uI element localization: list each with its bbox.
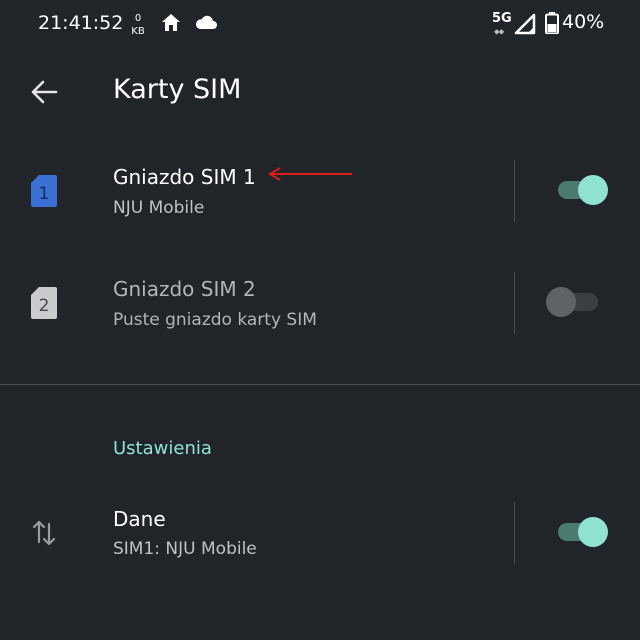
sim-1-badge-number: 1 [39, 184, 50, 204]
section-divider [0, 384, 640, 385]
row-divider [514, 502, 515, 564]
row-divider [514, 160, 515, 222]
status-bar: 21:41:52 0 KB 5G ⬥⬥ 40% [0, 0, 640, 48]
row-divider [514, 272, 515, 334]
screen: 21:41:52 0 KB 5G ⬥⬥ 40% Karty SIM 1 Gnia… [0, 0, 640, 640]
back-button[interactable] [24, 72, 64, 112]
sim-slot-1-toggle[interactable] [556, 172, 612, 208]
sim-card-2-icon: 2 [30, 286, 58, 324]
sim-slot-2-subtitle: Puste gniazdo karty SIM [113, 310, 317, 330]
sim-slot-1-title: Gniazdo SIM 1 [113, 165, 256, 189]
sim-slot-1-row[interactable]: 1 Gniazdo SIM 1 NJU Mobile [0, 134, 640, 246]
sim-2-badge-number: 2 [39, 296, 50, 316]
sim-card-1-icon: 1 [30, 174, 58, 212]
data-rate-value: 0 [134, 13, 142, 24]
mobile-data-row[interactable]: Dane SIM1: NJU Mobile [0, 478, 640, 588]
sim-slot-2-toggle[interactable] [546, 284, 602, 320]
data-activity-icon: ⬥⬥ [494, 27, 504, 36]
toolbar: Karty SIM [0, 48, 640, 134]
battery-percent: 40% [562, 11, 605, 33]
mobile-data-subtitle: SIM1: NJU Mobile [113, 539, 257, 559]
page-title: Karty SIM [113, 74, 242, 105]
status-time: 21:41:52 [38, 12, 124, 34]
mobile-data-toggle[interactable] [556, 514, 612, 550]
swap-vertical-icon [32, 518, 56, 552]
cloud-icon [194, 13, 218, 37]
home-icon [160, 12, 182, 38]
mobile-data-title: Dane [113, 507, 166, 531]
battery-icon [545, 12, 559, 38]
data-rate-indicator: 0 KB [129, 12, 147, 38]
sim-slot-2-title: Gniazdo SIM 2 [113, 277, 256, 301]
annotation-arrow-icon [268, 167, 352, 181]
settings-section-header: Ustawienia [113, 438, 212, 459]
network-type: 5G [492, 11, 512, 26]
data-rate-unit: KB [131, 26, 145, 37]
sim-slot-1-subtitle: NJU Mobile [113, 198, 205, 218]
signal-icon [514, 13, 536, 39]
sim-settings-list: 1 Gniazdo SIM 1 NJU Mobile 2 Gniazdo SIM… [0, 134, 640, 640]
sim-slot-2-row[interactable]: 2 Gniazdo SIM 2 Puste gniazdo karty SIM [0, 246, 640, 358]
arrow-back-icon [31, 80, 58, 104]
